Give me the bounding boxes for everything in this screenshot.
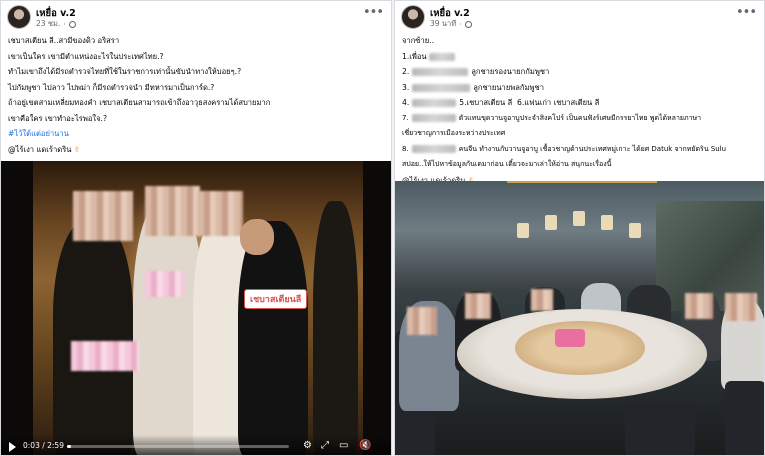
blurred-face: [685, 293, 713, 319]
blurred-face: [198, 191, 243, 236]
post-time[interactable]: 23 ชม.: [36, 18, 60, 30]
blurred-face: [73, 191, 133, 241]
more-options-icon[interactable]: •••: [736, 5, 757, 20]
text-line: เชี่ยวชาญการเมืองระหว่างประเทศ: [402, 129, 506, 137]
play-icon[interactable]: [9, 442, 16, 452]
emoji-icon: ✌: [73, 144, 81, 154]
mention-link[interactable]: @ไร้เงา แดเร้าดริน: [8, 145, 71, 154]
more-options-icon[interactable]: •••: [363, 5, 384, 20]
text-line: ทำไมเขาถึงได้มีรถตำรวจไทยที่ใช้ในราชการเ…: [8, 67, 242, 76]
fullscreen-icon[interactable]: ⤢: [321, 440, 329, 452]
avatar[interactable]: [401, 5, 425, 29]
text-line: 1.เพื่อน: [402, 49, 757, 65]
video-time: 0:03 / 2:59: [23, 441, 64, 450]
globe-icon: [68, 20, 76, 28]
text-line: เขาเป็นใคร เขามีตำแหน่งอะไรในประเทศไทย.?: [8, 51, 164, 61]
redacted-name: [412, 68, 469, 76]
post-time[interactable]: 39 นาที: [430, 18, 456, 30]
blurred-face: [145, 186, 200, 236]
text-line: จากซ้าย..: [402, 36, 435, 45]
blurred-face: [531, 289, 553, 311]
settings-icon[interactable]: ⚙: [303, 440, 312, 452]
name-callout: เชบาสเตียนลี: [244, 289, 308, 309]
text-line: สปอย..ให้ไปหาข้อมูลกันเดมาก่อน เดี๋ยวจะม…: [402, 160, 612, 168]
text-line: 7. ตัวแทนขุดวานจูอาบูประจำสิงคโปร์ เป็นคน…: [402, 113, 702, 122]
text-line: 8. คนจีน ทำงานกับวานจูอาบู เชื้อวชาญด้านป…: [402, 144, 727, 153]
face: [240, 219, 274, 255]
volume-muted-icon[interactable]: 🔇: [359, 440, 371, 452]
post-header: เหยื่อ v.2 23 ชม. · •••: [1, 1, 391, 33]
blurred-face: [465, 293, 491, 319]
text-line: เชบาสเตียน ลี..สามีของดิว อริสรา: [8, 36, 120, 45]
hashtag-link[interactable]: #ไว้ใต้แต่อย่านาน: [8, 126, 384, 142]
mention-line: @ไร้เงา แดเร้าดริน ✌: [8, 142, 384, 158]
video-progress-bar[interactable]: [67, 445, 289, 448]
redacted-name: [412, 99, 457, 107]
post-meta: 39 นาที ·: [430, 18, 472, 30]
text-line: ถ้าอยู่เขตสามเหลี่ยมทองคำ เชบาสเตียนสามา…: [8, 98, 271, 107]
video-progress-fill: [67, 445, 72, 448]
redacted-name: [411, 144, 456, 153]
video-controls: 0:03 / 2:59 ⚙ ⤢ ▭ 🔇: [1, 435, 391, 455]
redacted-name: [428, 52, 455, 61]
text-line: 2. ลูกชายรองนายกกัมพูชา: [402, 67, 550, 76]
text-line: ไปกัมพูชา ไปลาว ไปพม่า ก็มีรถตำรวจนำ มีท…: [8, 82, 215, 92]
picture-in-picture-icon[interactable]: ▭: [339, 440, 348, 452]
blurred-face: [407, 307, 437, 335]
redacted-name: [412, 83, 471, 92]
post-header: เหยื่อ v.2 39 นาที · •••: [395, 1, 764, 33]
blurred-face: [725, 293, 757, 321]
globe-icon: [464, 20, 472, 28]
text-line: 3. ลูกชายนายพลกัมพูชา: [402, 82, 544, 92]
post-meta: 23 ชม. ·: [36, 18, 76, 30]
post-photo[interactable]: [395, 181, 764, 455]
post-left: เหยื่อ v.2 23 ชม. · ••• เชบาสเตียน ลี..ส…: [0, 0, 392, 456]
redacted-name: [411, 113, 456, 122]
video-player[interactable]: เชบาสเตียนลี 0:03 / 2:59 ⚙ ⤢ ▭ 🔇: [1, 161, 391, 455]
post-text: จากซ้าย.. 1.เพื่อน 2. ลูกชายรองนายกกัมพูช…: [395, 33, 764, 188]
text-line: 4. 5.เชบาสเตียน ลี 6.แฟนเก่า เชบาสเตียน ล…: [402, 98, 600, 107]
blurred-label: [71, 341, 139, 371]
text-line: เขาคือใคร เขาทำอะไรพอใจ.?: [8, 113, 107, 123]
avatar[interactable]: [7, 5, 31, 29]
cake: [555, 329, 585, 347]
post-right: เหยื่อ v.2 39 นาที · ••• จากซ้าย.. 1.เพื…: [394, 0, 765, 456]
post-text: เชบาสเตียน ลี..สามีของดิว อริสรา เขาเป็น…: [1, 33, 391, 157]
blurred-label: [145, 271, 185, 297]
video-frame: [33, 161, 363, 455]
chandelier: [507, 181, 657, 251]
